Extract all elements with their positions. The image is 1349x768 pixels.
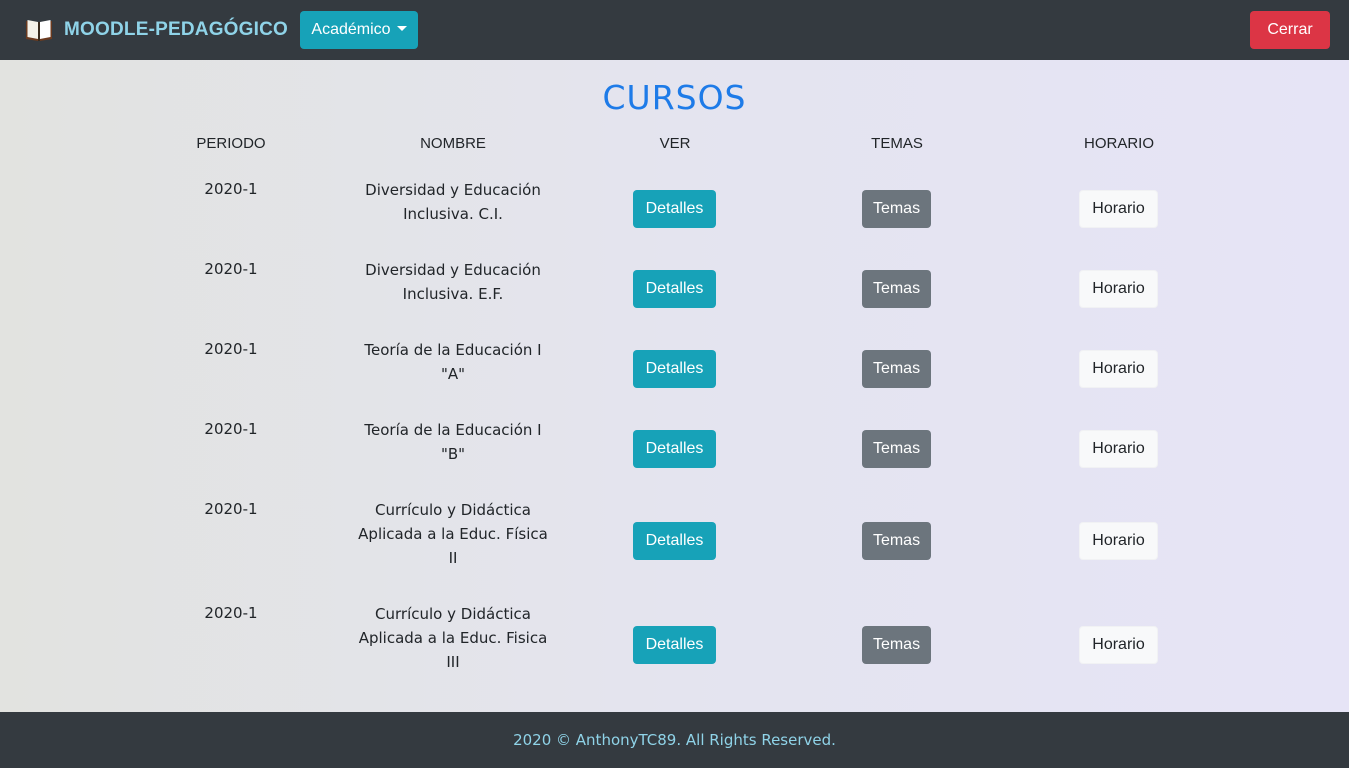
periodo-cell: 2020-1 [204, 420, 258, 438]
brand-link[interactable]: MOODLE-PEDAGÓGICO [24, 14, 288, 46]
top-navbar: MOODLE-PEDAGÓGICO Académico Cerrar [0, 0, 1349, 60]
temas-label: Temas [872, 360, 921, 377]
nombre-line: Teoría de la Educación I [364, 421, 542, 439]
nombre-line: "A" [440, 365, 466, 383]
nombre-line: Currículo y Didáctica [375, 501, 531, 519]
temas-label: Temas [872, 280, 921, 297]
nombre-line: Inclusiva. C.I. [403, 205, 503, 223]
nombre-cell: Currículo y Didáctica Aplicada a la Educ… [348, 602, 558, 674]
footer-copyright: 2020 © AnthonyTC89. All Rights Reserved. [513, 731, 836, 749]
nombre-cell: Teoría de la Educación I "B" [348, 418, 558, 466]
horario-label: Horario [1092, 636, 1145, 653]
detalles-label: Detalles [645, 200, 704, 217]
detalles-button[interactable]: Detalles [633, 522, 716, 560]
temas-label: Temas [872, 532, 921, 549]
nombre-line: Aplicada a la Educ. Fisica [358, 629, 548, 647]
brand-name: MOODLE-PEDAGÓGICO [64, 19, 289, 40]
detalles-button[interactable]: Detalles [633, 270, 716, 308]
nombre-cell: Teoría de la Educación I "A" [348, 338, 558, 386]
temas-label: Temas [872, 440, 921, 457]
nombre-line: II [448, 549, 458, 567]
detalles-button[interactable]: Detalles [633, 430, 716, 468]
open-book-icon [26, 20, 52, 41]
header-temas: TEMAS [871, 135, 923, 152]
caret-down-icon [396, 25, 407, 31]
nombre-line: Diversidad y Educación [365, 181, 541, 199]
cerrar-button[interactable]: Cerrar [1250, 11, 1330, 49]
horario-button[interactable]: Horario [1079, 430, 1158, 468]
footer: 2020 © AnthonyTC89. All Rights Reserved. [0, 712, 1349, 768]
horario-button[interactable]: Horario [1079, 190, 1158, 228]
nombre-line: Aplicada a la Educ. Física [358, 525, 548, 543]
header-ver: VER [659, 135, 691, 152]
horario-button[interactable]: Horario [1079, 522, 1158, 560]
temas-button[interactable]: Temas [862, 430, 931, 468]
nombre-cell: Diversidad y Educación Inclusiva. E.F. [348, 258, 558, 306]
nombre-line: Diversidad y Educación [365, 261, 541, 279]
nombre-line: Inclusiva. E.F. [402, 285, 504, 303]
horario-label: Horario [1092, 280, 1145, 297]
horario-label: Horario [1092, 200, 1145, 217]
periodo-cell: 2020-1 [204, 260, 258, 278]
cerrar-label: Cerrar [1267, 21, 1313, 38]
periodo-cell: 2020-1 [204, 500, 258, 518]
nombre-line: III [446, 653, 460, 671]
academico-label: Académico [311, 21, 391, 38]
temas-button[interactable]: Temas [862, 626, 931, 664]
header-horario: HORARIO [1083, 135, 1154, 152]
detalles-label: Detalles [645, 280, 704, 297]
detalles-label: Detalles [645, 636, 704, 653]
temas-button[interactable]: Temas [862, 350, 931, 388]
detalles-label: Detalles [645, 532, 704, 549]
temas-button[interactable]: Temas [862, 522, 931, 560]
header-nombre: NOMBRE [420, 135, 486, 152]
temas-button[interactable]: Temas [862, 270, 931, 308]
academico-dropdown-button[interactable]: Académico [300, 11, 418, 49]
nombre-line: "B" [440, 445, 466, 463]
temas-button[interactable]: Temas [862, 190, 931, 228]
page-title: CURSOS [602, 78, 747, 117]
temas-label: Temas [872, 636, 921, 653]
detalles-button[interactable]: Detalles [633, 190, 716, 228]
horario-button[interactable]: Horario [1079, 270, 1158, 308]
periodo-cell: 2020-1 [204, 180, 258, 198]
detalles-button[interactable]: Detalles [633, 626, 716, 664]
periodo-cell: 2020-1 [204, 604, 258, 622]
detalles-label: Detalles [645, 360, 704, 377]
horario-label: Horario [1092, 532, 1145, 549]
nombre-line: Teoría de la Educación I [364, 341, 542, 359]
nombre-line: Currículo y Didáctica [375, 605, 531, 623]
header-periodo: PERIODO [196, 135, 266, 152]
temas-label: Temas [872, 200, 921, 217]
horario-label: Horario [1092, 360, 1145, 377]
horario-label: Horario [1092, 440, 1145, 457]
detalles-label: Detalles [645, 440, 704, 457]
nombre-cell: Currículo y Didáctica Aplicada a la Educ… [348, 498, 558, 570]
nombre-cell: Diversidad y Educación Inclusiva. C.I. [348, 178, 558, 226]
horario-button[interactable]: Horario [1079, 350, 1158, 388]
periodo-cell: 2020-1 [204, 340, 258, 358]
detalles-button[interactable]: Detalles [633, 350, 716, 388]
horario-button[interactable]: Horario [1079, 626, 1158, 664]
